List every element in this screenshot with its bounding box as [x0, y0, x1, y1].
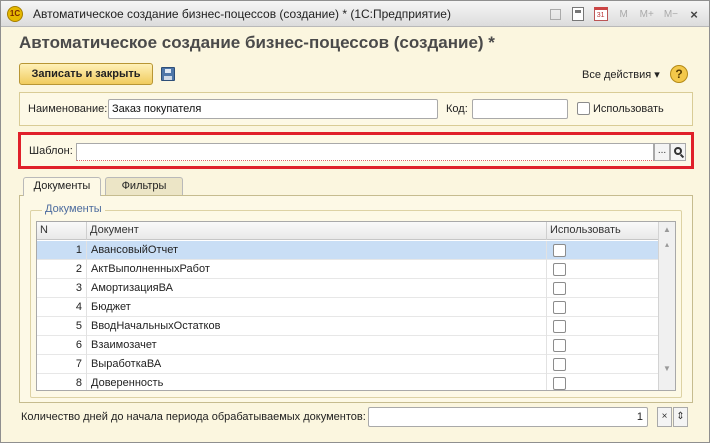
- table-row[interactable]: 7 ВыработкаВА: [37, 355, 659, 374]
- code-input[interactable]: [472, 99, 568, 119]
- use-label: Использовать: [593, 103, 664, 115]
- row-document: АвансовыйОтчет: [87, 241, 547, 260]
- row-document: Взаимозачет: [87, 336, 547, 355]
- help-icon[interactable]: ?: [670, 65, 688, 83]
- row-number: 8: [37, 374, 87, 390]
- table-header: N Документ Использовать: [37, 222, 659, 240]
- table-row[interactable]: 4 Бюджет: [37, 298, 659, 317]
- clear-days-button[interactable]: ×: [657, 407, 672, 427]
- row-document: ВыработкаВА: [87, 355, 547, 374]
- window-title: Автоматическое создание бизнес-поцессов …: [33, 7, 451, 21]
- row-document: Бюджет: [87, 298, 547, 317]
- documents-table: N Документ Использовать 1 АвансовыйОтчет…: [36, 221, 676, 391]
- table-row[interactable]: 6 Взаимозачет: [37, 336, 659, 355]
- template-highlight-box: Шаблон: ...: [18, 132, 694, 169]
- title-bar: 1C Автоматическое создание бизнес-поцесс…: [1, 1, 709, 27]
- column-header-use[interactable]: Использовать: [547, 222, 659, 240]
- row-use-checkbox[interactable]: [553, 358, 566, 371]
- save-and-close-button[interactable]: Записать и закрыть: [19, 63, 153, 85]
- main-window: 1C Автоматическое создание бизнес-поцесс…: [0, 0, 710, 443]
- row-number: 7: [37, 355, 87, 374]
- calendar-icon: 31: [593, 7, 608, 21]
- tab-documents-body: Документы N Документ Использовать 1 Аван…: [19, 195, 693, 403]
- spin-days-button[interactable]: ⇕: [673, 407, 688, 427]
- tab-filters[interactable]: Фильтры: [105, 177, 183, 195]
- row-use-checkbox[interactable]: [553, 282, 566, 295]
- row-use-checkbox[interactable]: [553, 339, 566, 352]
- table-row[interactable]: 2 АктВыполненныхРабот: [37, 260, 659, 279]
- all-actions-menu[interactable]: Все действия ▾: [582, 68, 660, 81]
- form-title: Автоматическое создание бизнес-поцессов …: [19, 33, 495, 52]
- row-document: ВводНачальныхОстатков: [87, 317, 547, 336]
- column-header-n[interactable]: N: [37, 222, 87, 240]
- documents-group-title: Документы: [42, 203, 105, 215]
- row-document: Доверенность: [87, 374, 547, 390]
- calendar-icon-button[interactable]: 31: [591, 5, 611, 23]
- header-panel: Наименование: Заказ покупателя Код: Испо…: [19, 92, 693, 126]
- search-icon: [674, 147, 682, 155]
- code-label: Код:: [446, 103, 468, 115]
- memory-minus-button[interactable]: M−: [661, 5, 681, 23]
- table-scrollbar[interactable]: ▲ ▴ ▼: [658, 222, 675, 390]
- app-logo-icon: 1C: [7, 6, 23, 22]
- name-label: Наименование:: [28, 103, 108, 115]
- template-label: Шаблон:: [29, 145, 73, 157]
- row-number: 2: [37, 260, 87, 279]
- scroll-down-icon[interactable]: ▼: [660, 362, 674, 376]
- row-number: 5: [37, 317, 87, 336]
- row-use-checkbox[interactable]: [553, 377, 566, 390]
- template-input[interactable]: [76, 143, 654, 161]
- save-floppy-icon[interactable]: [161, 67, 175, 81]
- row-use-checkbox[interactable]: [553, 244, 566, 257]
- calculator-icon: [571, 7, 584, 21]
- row-document: АмортизацияВА: [87, 279, 547, 298]
- close-window-button[interactable]: ×: [685, 5, 703, 23]
- row-number: 4: [37, 298, 87, 317]
- table-row[interactable]: 1 АвансовыйОтчет: [37, 241, 659, 260]
- row-use-checkbox[interactable]: [553, 301, 566, 314]
- template-select-button[interactable]: ...: [654, 143, 670, 161]
- days-before-period-label: Количество дней до начала периода обраба…: [21, 411, 366, 423]
- template-search-button[interactable]: [670, 143, 686, 161]
- row-number: 3: [37, 279, 87, 298]
- tab-documents[interactable]: Документы: [23, 177, 101, 196]
- titlebar-tools: 31 M M+ M− ×: [547, 5, 703, 23]
- name-input[interactable]: Заказ покупателя: [108, 99, 438, 119]
- scroll-up-icon[interactable]: ▲: [660, 223, 674, 237]
- row-use-checkbox[interactable]: [553, 263, 566, 276]
- row-use-checkbox[interactable]: [553, 320, 566, 333]
- table-row[interactable]: 8 Доверенность: [37, 374, 659, 390]
- scroll-top-icon[interactable]: ▴: [660, 238, 674, 252]
- table-row[interactable]: 3 АмортизацияВА: [37, 279, 659, 298]
- calculator-icon-button[interactable]: [569, 5, 587, 23]
- row-document: АктВыполненныхРабот: [87, 260, 547, 279]
- row-number: 1: [37, 241, 87, 260]
- memory-plus-button[interactable]: M+: [637, 5, 657, 23]
- table-row[interactable]: 5 ВводНачальныхОстатков: [37, 317, 659, 336]
- row-number: 6: [37, 336, 87, 355]
- table-rows: 1 АвансовыйОтчет 2 АктВыполненныхРабот 3…: [37, 241, 659, 390]
- column-header-document[interactable]: Документ: [87, 222, 547, 240]
- use-checkbox[interactable]: [577, 102, 590, 115]
- window-menu-icon-button[interactable]: [547, 5, 565, 23]
- memory-button[interactable]: M: [615, 5, 633, 23]
- days-before-period-input[interactable]: 1: [368, 407, 648, 427]
